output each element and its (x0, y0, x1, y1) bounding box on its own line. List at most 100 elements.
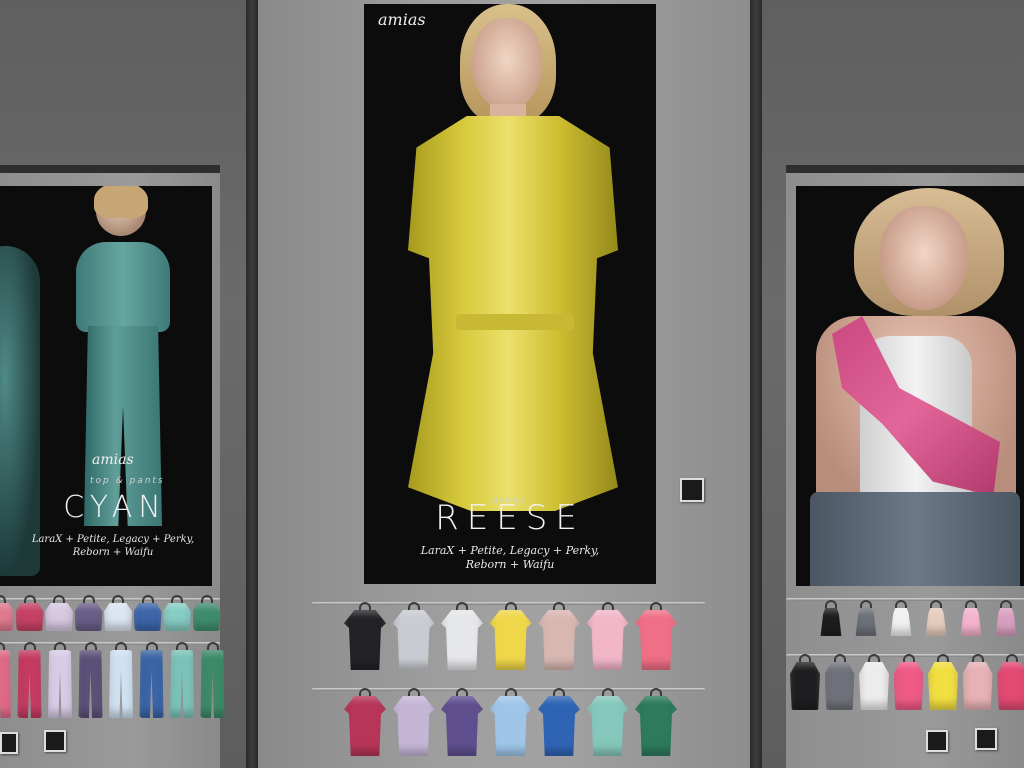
dress-swatch[interactable] (441, 602, 483, 670)
tank-swatch[interactable] (958, 600, 984, 636)
garment-body (538, 696, 580, 756)
dress-swatch[interactable] (344, 602, 386, 670)
dress-swatch[interactable] (586, 688, 629, 756)
top-swatch[interactable] (104, 595, 132, 631)
top-swatch[interactable] (15, 595, 44, 631)
center-title: REESE (435, 498, 585, 538)
garment-body (109, 650, 133, 718)
left-sign-2[interactable] (44, 730, 66, 752)
garment-body (104, 603, 132, 631)
garment-body (489, 696, 532, 756)
pants-swatch[interactable] (108, 642, 134, 718)
shirt-swatch[interactable] (893, 654, 924, 710)
garment-body (133, 603, 162, 631)
garment-body (441, 610, 483, 670)
center-poster[interactable]: amias dress REESE LaraX + Petite, Legacy… (364, 4, 656, 584)
dress-swatch[interactable] (441, 688, 483, 756)
right-display-top (786, 165, 1024, 173)
shirt-swatch[interactable] (790, 654, 820, 710)
dress-swatch[interactable] (392, 602, 435, 670)
left-subtitle-1: LaraX + Petite, Legacy + Perky, (31, 534, 195, 545)
dress-swatch[interactable] (538, 602, 580, 670)
model-jeans (810, 492, 1020, 586)
garment-body (855, 608, 877, 636)
shirt-swatch[interactable] (859, 654, 889, 710)
dress-swatch[interactable] (635, 688, 677, 756)
right-poster[interactable] (796, 186, 1024, 586)
garment-body (893, 662, 924, 710)
left-kind-label: top & pants (90, 476, 165, 486)
side-model (0, 246, 40, 576)
pants-swatch[interactable] (78, 642, 104, 718)
dress-swatch[interactable] (586, 602, 629, 670)
garment-body (489, 610, 532, 670)
garment-body (962, 662, 993, 710)
pants-swatch[interactable] (47, 642, 73, 718)
center-subtitle-1: LaraX + Petite, Legacy + Perky, (420, 544, 600, 557)
garment-body (344, 696, 386, 756)
dress-swatch[interactable] (489, 688, 532, 756)
left-poster[interactable]: amias top & pants CYAN LaraX + Petite, L… (0, 186, 212, 586)
garment-body (392, 696, 435, 756)
tank-swatch[interactable] (993, 600, 1019, 636)
pants-swatch[interactable] (0, 642, 12, 718)
garment-body (17, 650, 42, 718)
left-subtitle-2: Reborn + Waifu (72, 547, 154, 558)
tank-swatch[interactable] (888, 600, 914, 636)
tank-swatch[interactable] (923, 600, 949, 636)
top-swatch[interactable] (192, 595, 221, 631)
garment-body (859, 662, 889, 710)
top-swatch[interactable] (133, 595, 162, 631)
dress-swatch[interactable] (392, 688, 435, 756)
tank-swatch[interactable] (818, 600, 844, 636)
right-sign-1[interactable] (926, 730, 948, 752)
garment-body (441, 696, 483, 756)
garment-body (192, 603, 221, 631)
shirt-swatch[interactable] (824, 654, 855, 710)
model-head (880, 206, 968, 310)
pants-swatch[interactable] (169, 642, 195, 718)
left-display-top (0, 165, 220, 173)
center-brand: amias (378, 10, 426, 29)
garment-body (392, 610, 435, 670)
garment-body (200, 650, 225, 718)
pants-swatch[interactable] (139, 642, 165, 718)
right-sign-2[interactable] (975, 728, 997, 750)
dress-swatch[interactable] (344, 688, 386, 756)
model-top (76, 242, 170, 332)
tank-swatch[interactable] (853, 600, 879, 636)
garment-body (586, 610, 629, 670)
garment-body (928, 662, 958, 710)
dress-swatch[interactable] (635, 602, 677, 670)
top-swatch[interactable] (163, 595, 191, 631)
pants-swatch[interactable] (17, 642, 43, 718)
garment-body (997, 662, 1024, 710)
top-swatch[interactable] (0, 595, 14, 631)
garment-body (78, 650, 103, 718)
garment-body (74, 603, 103, 631)
garment-body (170, 650, 194, 718)
garment-body (0, 603, 14, 631)
shirt-swatch[interactable] (962, 654, 993, 710)
garment-body (824, 662, 855, 710)
dress-swatch[interactable] (489, 602, 532, 670)
garment-body (538, 610, 580, 670)
garment-body (960, 608, 982, 636)
right-pillar (750, 0, 762, 768)
garment-body (790, 662, 820, 710)
model-head (472, 18, 542, 110)
pants-swatch[interactable] (200, 642, 226, 718)
garment-body (344, 610, 386, 670)
garment-body (48, 650, 72, 718)
top-swatch[interactable] (45, 595, 73, 631)
shirt-swatch[interactable] (997, 654, 1024, 710)
top-swatch[interactable] (74, 595, 103, 631)
garment-body (15, 603, 44, 631)
garment-body (163, 603, 191, 631)
shirt-swatch[interactable] (928, 654, 958, 710)
left-sign-1[interactable] (0, 732, 18, 754)
garment-body (820, 608, 842, 636)
dress-swatch[interactable] (538, 688, 580, 756)
garment-body (45, 603, 73, 631)
center-sign[interactable] (680, 478, 704, 502)
